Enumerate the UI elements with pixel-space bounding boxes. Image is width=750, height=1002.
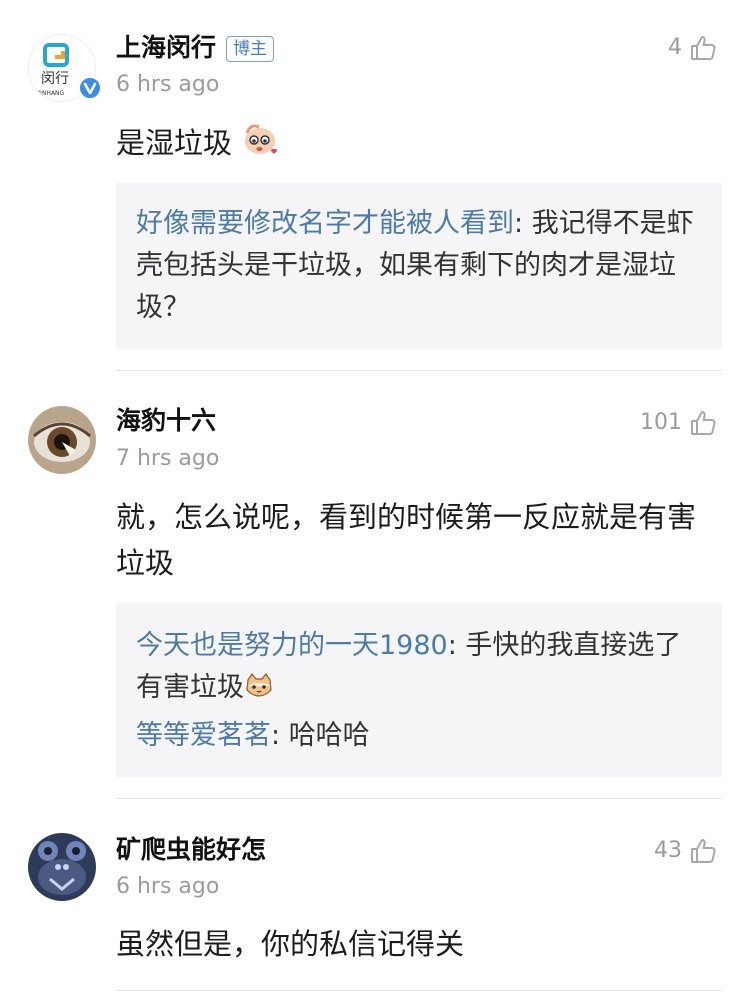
like-count: 4 xyxy=(668,35,682,60)
like-count: 43 xyxy=(654,838,682,863)
creature-avatar-image xyxy=(28,833,96,901)
thumbs-up-icon xyxy=(691,36,716,60)
reply-author-link[interactable]: 好像需要修改名字才能被人看到 xyxy=(136,208,514,239)
like-button[interactable]: 101 xyxy=(640,408,718,438)
like-button[interactable]: 4 xyxy=(668,33,718,63)
comment-feed: 闵行 MINHANG 上海闵行 博主 6 hrs ago 4 是湿垃圾 好像需要… xyxy=(0,0,750,1002)
reply-item[interactable]: 好像需要修改名字才能被人看到: 我记得不是虾壳包括头是干垃圾，如果有剩下的肉才是… xyxy=(136,203,702,329)
username-text[interactable]: 上海闵行 xyxy=(116,33,216,62)
avatar-text: 闵行 xyxy=(41,71,69,87)
cute-face-emoji-icon xyxy=(245,124,278,154)
timestamp: 7 hrs ago xyxy=(116,446,220,471)
divider xyxy=(116,798,722,799)
reply-item[interactable]: 等等爱茗茗: 哈哈哈 xyxy=(136,715,702,757)
like-button[interactable]: 43 xyxy=(654,836,718,866)
avatar-subtext: MINHANG xyxy=(35,90,65,97)
username-text[interactable]: 矿爬虫能好怎 xyxy=(116,835,266,864)
divider xyxy=(116,370,722,371)
comment-text: 就，怎么说呢，看到的时候第一反应就是有害垃圾 xyxy=(116,500,697,580)
timestamp: 6 hrs ago xyxy=(116,874,220,899)
cat-face-emoji-icon xyxy=(246,672,272,697)
timestamp: 6 hrs ago xyxy=(116,72,220,97)
reply-author-link[interactable]: 等等爱茗茗 xyxy=(136,720,271,751)
reply-item[interactable]: 今天也是努力的一天1980: 手快的我直接选了有害垃圾 xyxy=(136,625,702,709)
comment-text: 虽然但是，你的私信记得关 xyxy=(116,927,465,961)
avatar[interactable] xyxy=(28,406,96,474)
reply-box[interactable]: 今天也是努力的一天1980: 手快的我直接选了有害垃圾 等等爱茗茗: 哈哈哈 xyxy=(116,603,722,777)
reply-separator: : xyxy=(447,630,466,661)
thumbs-up-icon xyxy=(691,839,716,863)
reply-box[interactable]: 好像需要修改名字才能被人看到: 我记得不是虾壳包括头是干垃圾，如果有剩下的肉才是… xyxy=(116,183,722,349)
like-count: 101 xyxy=(640,410,682,435)
reply-separator: : xyxy=(271,720,289,751)
verified-v-icon xyxy=(78,76,102,100)
thumbs-up-icon xyxy=(691,411,716,435)
author-badge: 博主 xyxy=(226,36,275,62)
divider xyxy=(116,990,722,991)
comment-text: 是湿垃圾 xyxy=(116,120,716,166)
eye-avatar-image xyxy=(28,406,96,474)
username-text[interactable]: 海豹十六 xyxy=(116,406,216,435)
comment-text-content: 是湿垃圾 xyxy=(116,126,233,160)
avatar[interactable] xyxy=(28,833,96,901)
username[interactable]: 海豹十六 xyxy=(116,406,216,436)
username[interactable]: 矿爬虫能好怎 xyxy=(116,835,266,865)
reply-separator: : xyxy=(514,208,532,239)
reply-author-link[interactable]: 今天也是努力的一天1980 xyxy=(136,630,448,661)
reply-text: 哈哈哈 xyxy=(288,720,370,751)
username[interactable]: 上海闵行 博主 xyxy=(116,33,275,63)
